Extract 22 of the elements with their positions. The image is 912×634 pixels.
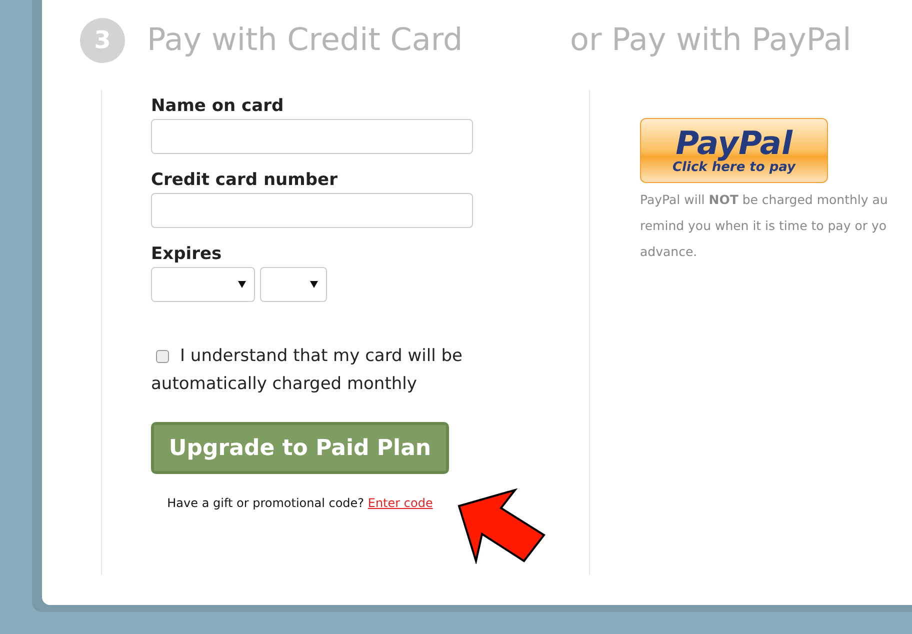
select-field[interactable] [151, 267, 255, 302]
checkbox-label: automatically charged monthly [151, 373, 417, 396]
promo-text: Have a gift or promotional code? [167, 496, 364, 510]
section-heading: or Pay with PayPal [570, 20, 852, 60]
field-label: Expires [151, 243, 223, 266]
paypal-note: PayPal will NOT be charged monthly au [640, 191, 888, 209]
checkbox[interactable] [156, 350, 169, 362]
field-label: Name on card [151, 95, 285, 118]
arrow-icon [456, 488, 548, 564]
input-field[interactable] [151, 119, 473, 154]
paypal-note: remind you when it is time to pay or yo [640, 217, 888, 235]
input-field[interactable] [151, 193, 473, 228]
upgrade-button[interactable]: Upgrade to Paid Plan [151, 422, 449, 474]
enter-code-link[interactable]: Enter code [368, 496, 433, 510]
caret-icon [310, 281, 318, 288]
section-heading: Pay with Credit Card [147, 20, 464, 60]
paypal-note: advance. [640, 243, 698, 261]
field-label: Credit card number [151, 169, 338, 192]
paypal-button[interactable]: PayPal Click here to pay [640, 118, 828, 183]
select-field[interactable] [260, 267, 327, 302]
checkbox-label: I understand that my card will be [180, 345, 462, 368]
caret-icon [238, 281, 246, 288]
